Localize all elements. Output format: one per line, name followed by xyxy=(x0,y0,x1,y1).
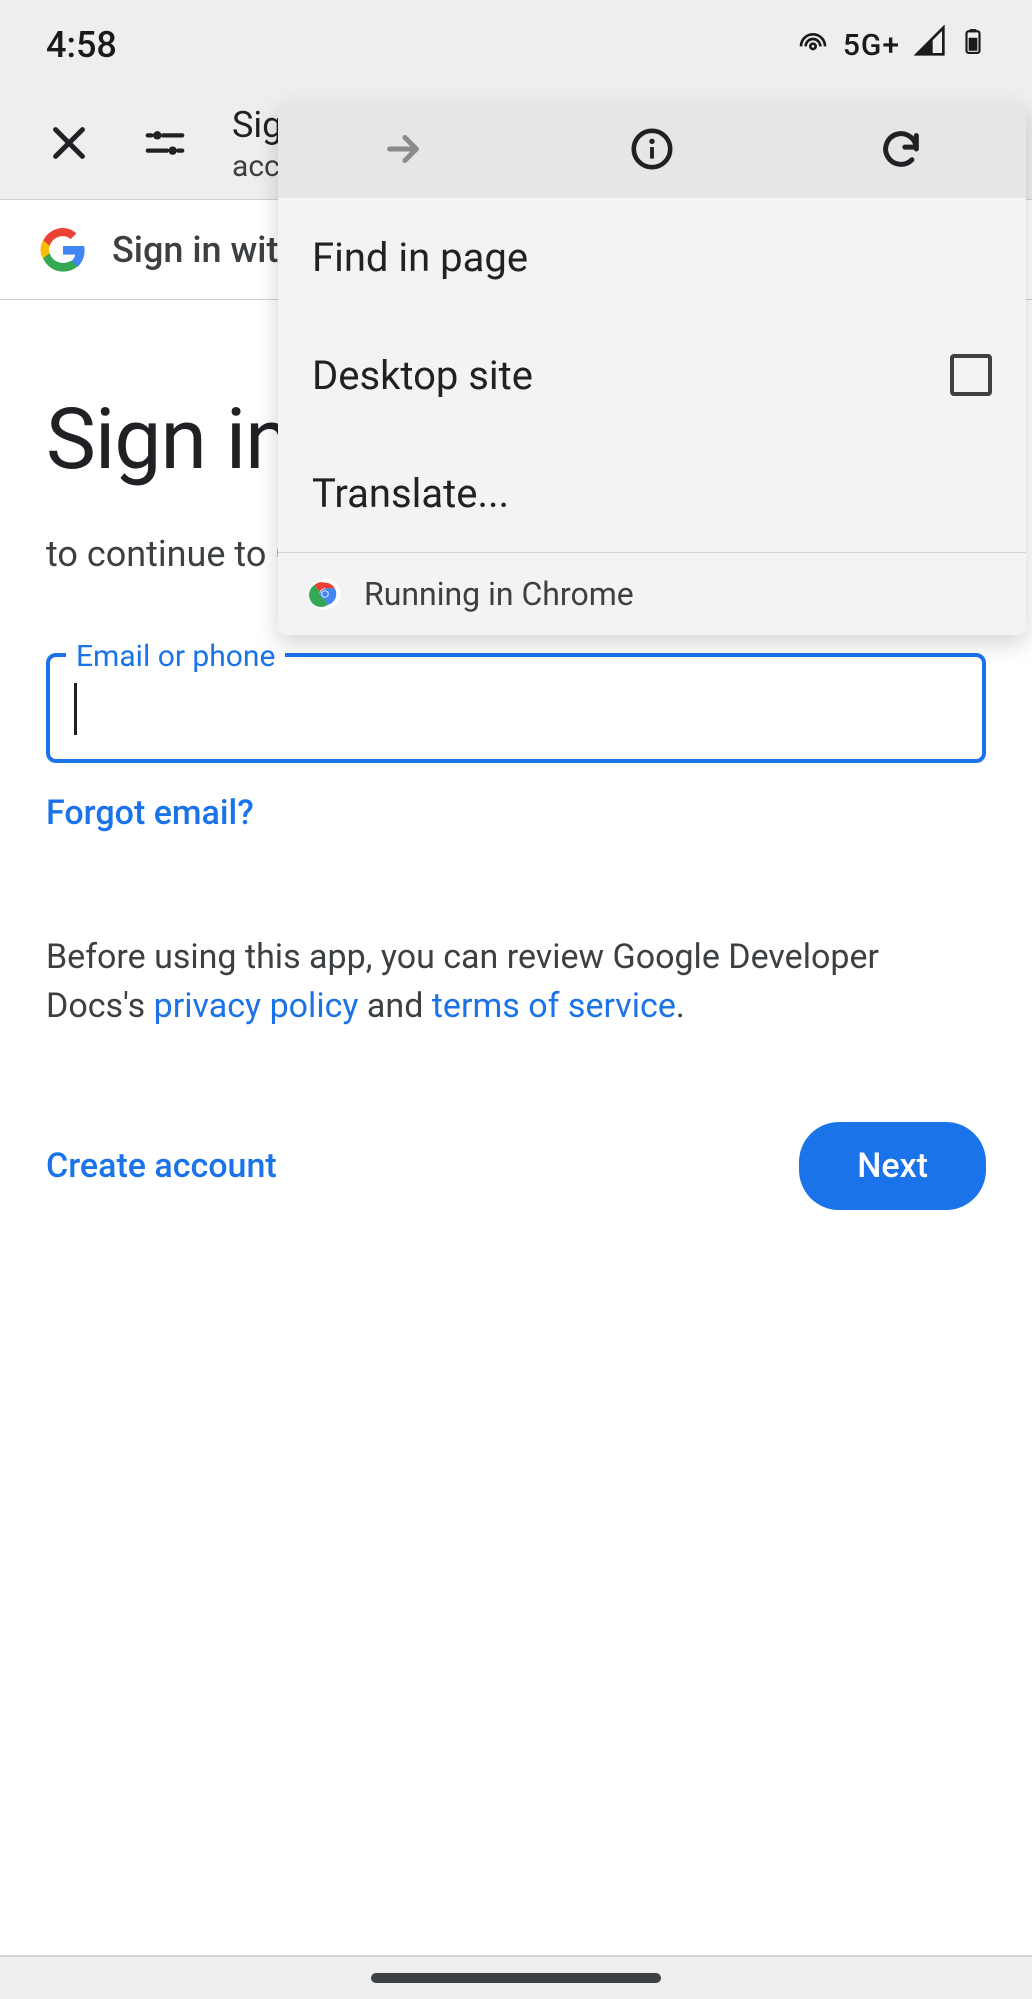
android-status-bar: 4:58 5G+ xyxy=(0,0,1032,90)
tune-icon[interactable] xyxy=(136,114,194,176)
info-button[interactable] xyxy=(623,120,681,182)
menu-item-desktop-site[interactable]: Desktop site xyxy=(278,316,1026,434)
close-button[interactable] xyxy=(40,114,98,176)
action-row: Create account Next xyxy=(46,1122,986,1210)
menu-footer: Running in Chrome xyxy=(278,553,1026,635)
legal-end: . xyxy=(676,986,685,1026)
menu-item-translate[interactable]: Translate... xyxy=(278,434,1026,552)
forward-button[interactable] xyxy=(374,120,432,182)
menu-item-find-in-page[interactable]: Find in page xyxy=(278,198,1026,316)
hotspot-icon xyxy=(797,24,829,66)
email-floating-label: Email or phone xyxy=(66,639,285,674)
legal-text: Before using this app, you can review Go… xyxy=(46,933,986,1032)
nav-pill[interactable] xyxy=(371,1973,661,1983)
menu-item-label: Find in page xyxy=(312,234,528,281)
overflow-menu: Find in page Desktop site Translate... R… xyxy=(278,104,1026,635)
google-g-icon xyxy=(40,227,86,273)
chrome-icon xyxy=(308,577,342,611)
continue-pre: to continue to xyxy=(46,533,275,575)
next-button[interactable]: Next xyxy=(799,1122,986,1210)
desktop-site-checkbox[interactable] xyxy=(950,354,992,396)
battery-icon xyxy=(960,23,986,68)
menu-footer-label: Running in Chrome xyxy=(364,575,634,613)
terms-of-service-link[interactable]: terms of service xyxy=(432,986,676,1026)
privacy-policy-link[interactable]: privacy policy xyxy=(154,986,359,1026)
menu-icon-row xyxy=(278,104,1026,198)
status-time: 4:58 xyxy=(46,24,117,66)
status-right-cluster: 5G+ xyxy=(797,23,986,68)
text-caret xyxy=(74,683,77,735)
gesture-nav-bar xyxy=(0,1955,1032,1999)
menu-item-label: Desktop site xyxy=(312,352,533,399)
refresh-button[interactable] xyxy=(872,120,930,182)
menu-item-label: Translate... xyxy=(312,470,509,517)
create-account-link[interactable]: Create account xyxy=(46,1146,277,1186)
legal-mid: and xyxy=(358,986,431,1026)
forgot-email-link[interactable]: Forgot email? xyxy=(46,793,254,833)
network-type: 5G+ xyxy=(843,28,900,63)
email-field-wrap: Email or phone xyxy=(46,653,986,763)
signal-icon xyxy=(914,24,946,66)
